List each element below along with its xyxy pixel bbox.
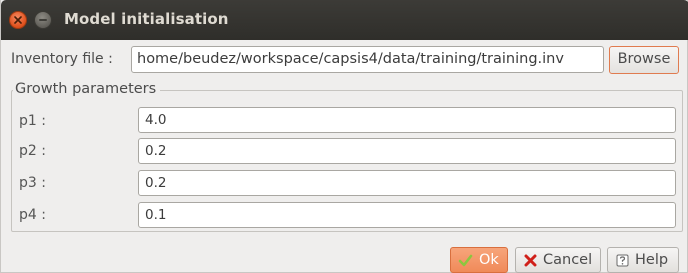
ok-label: Ok — [479, 252, 499, 268]
model-initialisation-dialog: Model initialisation Inventory file : ho… — [0, 0, 688, 273]
p2-label: p2 : — [19, 143, 46, 159]
minimize-window-button[interactable] — [34, 11, 52, 29]
title-bar[interactable]: Model initialisation — [1, 0, 688, 40]
p3-input[interactable]: 0.2 — [138, 170, 676, 196]
cancel-button[interactable]: Cancel — [515, 247, 601, 273]
p4-label: p4 : — [19, 207, 46, 223]
inventory-file-input[interactable]: home/beudez/workspace/capsis4/data/train… — [131, 46, 604, 73]
help-book-icon — [616, 254, 629, 267]
inventory-file-label: Inventory file : — [11, 51, 113, 67]
help-button[interactable]: Help — [607, 247, 679, 273]
browse-button[interactable]: Browse — [609, 46, 679, 74]
checkmark-icon — [458, 254, 473, 267]
minimize-icon — [39, 19, 47, 21]
window-title: Model initialisation — [64, 10, 229, 28]
p4-input[interactable]: 0.1 — [138, 202, 676, 228]
close-icon — [14, 16, 22, 24]
p1-input[interactable]: 4.0 — [138, 107, 676, 133]
p1-label: p1 : — [19, 113, 46, 129]
cancel-label: Cancel — [543, 252, 593, 268]
cross-icon — [524, 254, 537, 267]
ok-button[interactable]: Ok — [450, 247, 508, 273]
p2-input[interactable]: 0.2 — [138, 138, 676, 164]
p3-label: p3 : — [19, 175, 46, 191]
help-label: Help — [635, 252, 669, 268]
close-window-button[interactable] — [9, 11, 27, 29]
growth-parameters-title: Growth parameters — [13, 81, 161, 97]
